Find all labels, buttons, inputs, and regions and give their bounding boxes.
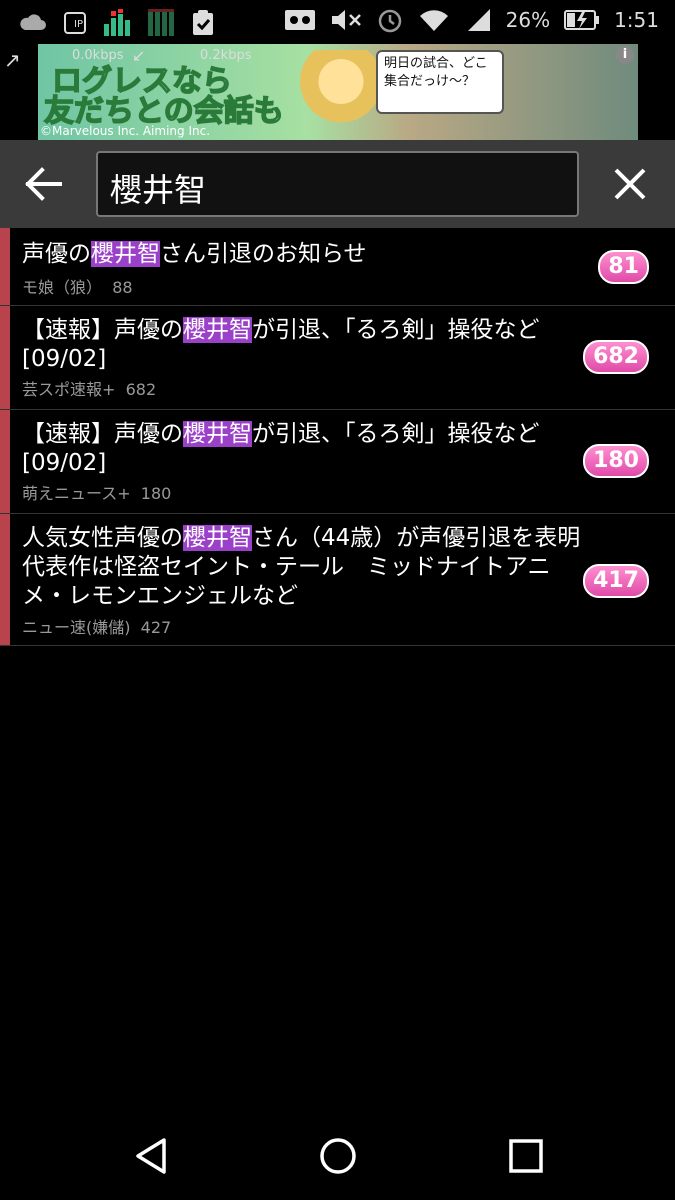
clipboard-check-icon bbox=[190, 9, 216, 37]
thread-meta: 芸スポ速報+ 682 bbox=[22, 376, 156, 400]
ad-bar: ↗ 0.0kbps ↙ 0.2kbps ログレスなら 友だちとの会話も 明日の試… bbox=[0, 44, 675, 140]
thread-meta: モ娘（狼） 88 bbox=[22, 274, 133, 298]
ad-speech-bubble: 明日の試合、どこ集合だっけ～？ bbox=[376, 50, 504, 114]
clock: 1:51 bbox=[614, 8, 659, 32]
ad-character-image bbox=[296, 50, 386, 140]
audio-meter-icon bbox=[102, 8, 132, 38]
navigation-bar bbox=[0, 1110, 675, 1200]
battery-percent: 26% bbox=[505, 8, 551, 32]
thread-count: 88 bbox=[112, 278, 133, 297]
list-item[interactable]: 声優の櫻井智さん引退のお知らせ モ娘（狼） 88 81 bbox=[0, 228, 675, 306]
square-recents-icon bbox=[509, 1139, 543, 1173]
wifi-icon bbox=[418, 7, 450, 33]
thread-source: ニュー速(嫌儲) bbox=[22, 618, 131, 637]
arrow-left-icon bbox=[25, 167, 62, 201]
results-list: 声優の櫻井智さん引退のお知らせ モ娘（狼） 88 81 【速報】声優の櫻井智が引… bbox=[0, 228, 675, 646]
audio-meter-idle-icon bbox=[146, 8, 176, 38]
back-button[interactable] bbox=[20, 162, 68, 206]
thread-meta: ニュー速(嫌儲) 427 bbox=[22, 614, 171, 638]
thread-source: 萌えニュース+ bbox=[22, 484, 131, 503]
list-item[interactable]: 【速報】声優の櫻井智が引退、「るろ剣」操役など[09/02] 萌えニュース+ 1… bbox=[0, 410, 675, 514]
search-highlight: 櫻井智 bbox=[183, 317, 252, 343]
ad-info-icon[interactable]: i bbox=[616, 46, 634, 64]
search-toolbar: 櫻井智 bbox=[0, 140, 675, 228]
thread-source: 芸スポ速報+ bbox=[22, 380, 116, 399]
nav-recents-button[interactable] bbox=[506, 1136, 546, 1180]
clear-button[interactable] bbox=[608, 162, 652, 206]
circle-home-icon bbox=[320, 1138, 356, 1174]
search-highlight: 櫻井智 bbox=[91, 241, 160, 267]
close-icon bbox=[614, 168, 646, 200]
search-input[interactable]: 櫻井智 bbox=[96, 151, 579, 217]
list-item[interactable]: 人気女性声優の櫻井智さん（44歳）が声優引退を表明 代表作は怪盗セイント・テール… bbox=[0, 514, 675, 646]
ad-copyright: ©Marvelous Inc. Aiming Inc. bbox=[40, 124, 211, 138]
alarm-icon bbox=[376, 6, 404, 34]
rate-arrow-icon: ↙ bbox=[132, 46, 146, 65]
thread-title: 声優の櫻井智さん引退のお知らせ bbox=[22, 241, 367, 267]
download-rate: 0.0kbps bbox=[72, 48, 124, 63]
battery-charging-icon bbox=[564, 9, 600, 31]
count-badge: 81 bbox=[598, 250, 649, 284]
mute-icon bbox=[330, 7, 362, 33]
thread-title: 【速報】声優の櫻井智が引退、「るろ剣」操役など[09/02] bbox=[22, 317, 540, 372]
thread-title: 人気女性声優の櫻井智さん（44歳）が声優引退を表明 代表作は怪盗セイント・テール… bbox=[22, 525, 604, 609]
ad-banner[interactable]: ログレスなら 友だちとの会話も 明日の試合、どこ集合だっけ～？ ©Marvelo… bbox=[38, 44, 638, 140]
thread-count: 427 bbox=[140, 618, 172, 637]
search-highlight: 櫻井智 bbox=[183, 421, 252, 447]
nav-home-button[interactable] bbox=[318, 1136, 358, 1180]
unread-marker bbox=[0, 514, 10, 645]
thread-count: 180 bbox=[140, 484, 172, 503]
count-badge: 417 bbox=[583, 564, 649, 598]
thread-meta: 萌えニュース+ 180 bbox=[22, 480, 171, 504]
unread-marker bbox=[0, 306, 10, 409]
upload-rate: 0.2kbps bbox=[200, 48, 252, 63]
unread-marker bbox=[0, 410, 10, 513]
search-highlight: 櫻井智 bbox=[183, 525, 252, 551]
external-link-icon: ↗ bbox=[4, 48, 21, 72]
thread-title: 【速報】声優の櫻井智が引退、「るろ剣」操役など[09/02] bbox=[22, 421, 540, 476]
voicemail-icon bbox=[284, 7, 316, 33]
triangle-back-icon bbox=[136, 1138, 166, 1174]
thread-count: 682 bbox=[125, 380, 157, 399]
unread-marker bbox=[0, 228, 10, 305]
svg-text:IP: IP bbox=[74, 19, 83, 30]
status-bar: IP 26% 1:51 bbox=[0, 0, 675, 44]
signal-icon bbox=[464, 7, 492, 33]
search-query: 櫻井智 bbox=[110, 171, 207, 209]
count-badge: 682 bbox=[583, 340, 649, 374]
cloud-icon bbox=[18, 12, 48, 34]
nav-back-button[interactable] bbox=[132, 1136, 172, 1180]
thread-source: モ娘（狼） bbox=[22, 278, 103, 297]
count-badge: 180 bbox=[583, 444, 649, 478]
list-item[interactable]: 【速報】声優の櫻井智が引退、「るろ剣」操役など[09/02] 芸スポ速報+ 68… bbox=[0, 306, 675, 410]
phone-ip-icon: IP bbox=[62, 10, 88, 36]
